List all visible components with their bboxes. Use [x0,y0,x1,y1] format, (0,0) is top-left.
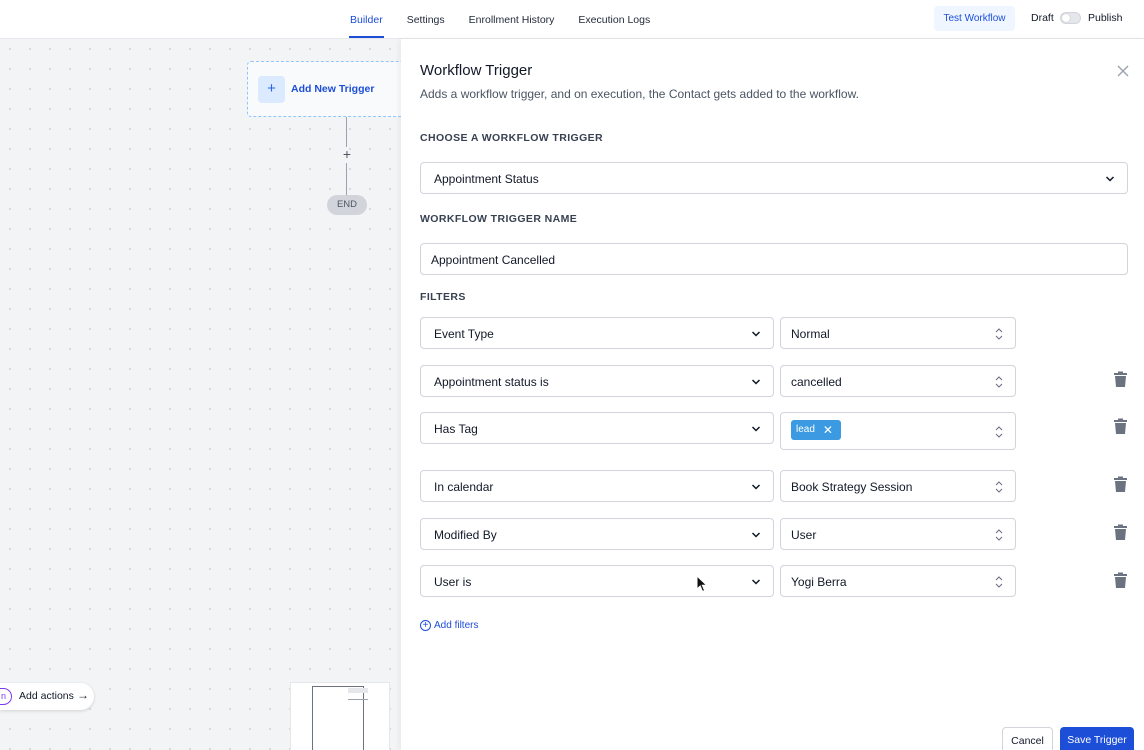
add-trigger-label: Add New Trigger [291,83,375,95]
filter-field-value: In calendar [434,480,494,494]
chevron-down-icon [751,379,761,385]
minimap[interactable] [290,682,390,750]
filter-field-select[interactable]: In calendar [420,470,774,502]
filter-field-value: Has Tag [434,422,478,436]
chevron-down-icon [751,426,761,432]
workflow-canvas[interactable]: + Add New Trigger + END n Add actions → [0,39,401,750]
trigger-name-value: Appointment Cancelled [431,253,556,267]
plus-icon: + [258,76,285,103]
tag-chip: lead ✕ [791,420,841,440]
trash-icon[interactable] [1114,476,1127,492]
trigger-type-value: Appointment Status [434,172,539,186]
nav-tabs: Builder Settings Enrollment History Exec… [338,0,662,39]
panel-description: Adds a workflow trigger, and on executio… [420,87,859,101]
tab-execution-logs[interactable]: Execution Logs [566,0,662,39]
trigger-type-select[interactable]: Appointment Status [420,162,1128,194]
sort-arrows-icon [995,426,1003,438]
mouse-cursor-icon [696,575,708,593]
connector-line [346,117,347,147]
trigger-name-input[interactable]: Appointment Cancelled [420,243,1128,275]
trash-icon[interactable] [1114,418,1127,434]
trash-icon[interactable] [1114,371,1127,387]
filter-value-select[interactable]: Book Strategy Session [780,470,1016,502]
sort-arrows-icon [995,328,1003,340]
trash-icon[interactable] [1114,572,1127,588]
minimap-viewport[interactable] [312,686,364,750]
filter-value: Yogi Berra [791,575,847,589]
publish-toggle[interactable] [1060,12,1081,24]
end-node: END [327,195,367,215]
add-filters-label: Add filters [434,620,479,631]
draft-label: Draft [1031,12,1054,24]
save-trigger-button[interactable]: Save Trigger [1060,727,1134,750]
top-nav: Builder Settings Enrollment History Exec… [0,0,1144,39]
filter-field-value: Appointment status is [434,375,549,389]
filter-field-select[interactable]: User is [420,565,774,597]
chevron-down-icon [751,484,761,490]
tab-enrollment-history[interactable]: Enrollment History [457,0,567,39]
chevron-down-icon [1105,176,1115,182]
publish-label: Publish [1088,12,1123,24]
filter-value: User [791,528,817,542]
trigger-name-label: WORKFLOW TRIGGER NAME [420,213,578,225]
add-step-plus-icon[interactable]: + [340,147,354,161]
tag-chip-label: lead [796,424,815,435]
arrow-right-icon: → [77,688,89,702]
tab-builder[interactable]: Builder [338,0,395,39]
filter-field-value: Event Type [434,327,494,341]
filter-field-value: User is [434,575,472,589]
trash-icon[interactable] [1114,524,1127,540]
filter-value-select[interactable]: cancelled [780,365,1016,397]
sort-arrows-icon [995,529,1003,541]
add-actions-label: Add actions [19,690,74,702]
connector-line [346,163,347,195]
add-actions-button[interactable]: n Add actions → [0,683,94,710]
sort-arrows-icon [995,376,1003,388]
remove-tag-icon[interactable]: ✕ [823,420,833,440]
filters-label: FILTERS [420,291,466,303]
minimap-line [348,699,368,700]
filter-field-select[interactable]: Has Tag [420,412,774,444]
choose-trigger-label: CHOOSE A WORKFLOW TRIGGER [420,132,604,144]
trigger-panel: Workflow Trigger Adds a workflow trigger… [401,39,1144,750]
close-icon[interactable] [1115,63,1131,79]
filter-field-select[interactable]: Event Type [420,317,774,349]
filter-field-select[interactable]: Appointment status is [420,365,774,397]
filter-field-select[interactable]: Modified By [420,518,774,550]
chevron-down-icon [751,532,761,538]
test-workflow-button[interactable]: Test Workflow [934,6,1015,31]
add-filters-button[interactable]: + Add filters [420,620,478,631]
filter-value-select[interactable]: Yogi Berra [780,565,1016,597]
cancel-button[interactable]: Cancel [1002,727,1053,750]
chevron-down-icon [751,331,761,337]
filter-value: cancelled [791,375,842,389]
tab-settings[interactable]: Settings [395,0,457,39]
chevron-down-icon [751,579,761,585]
add-trigger-card[interactable]: + Add New Trigger [247,61,401,117]
sort-arrows-icon [995,576,1003,588]
minimap-node [348,688,368,693]
filter-field-value: Modified By [434,528,497,542]
panel-title: Workflow Trigger [420,62,533,79]
filter-value-select[interactable]: Normal [780,317,1016,349]
filter-value: Normal [791,327,830,341]
actions-badge: n [0,688,12,705]
filter-value: Book Strategy Session [791,480,913,494]
filter-value-select[interactable]: User [780,518,1016,550]
sort-arrows-icon [995,481,1003,493]
tag-multiselect[interactable]: lead ✕ [780,412,1016,450]
plus-circle-icon: + [420,620,431,631]
